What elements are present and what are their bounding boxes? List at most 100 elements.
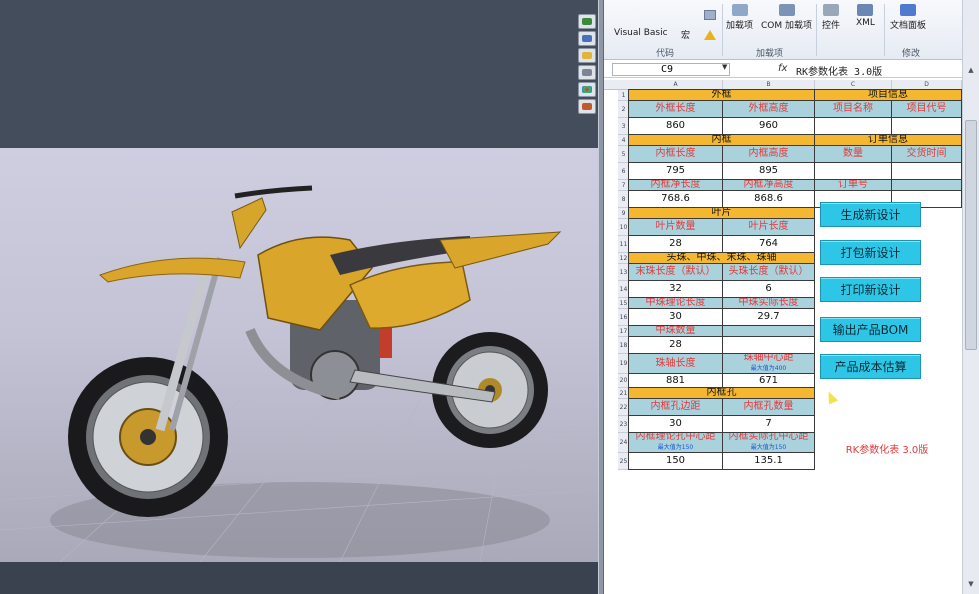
generate-design-button[interactable]: 生成新设计 (820, 202, 921, 227)
cell-text: 28 (669, 339, 682, 350)
cad-viewport[interactable] (0, 0, 598, 594)
cell-empty[interactable] (722, 336, 815, 354)
formula-input[interactable]: RK参数化表 3.0版 (796, 63, 882, 78)
cell-project-code-label[interactable]: 项目代号 (891, 100, 962, 118)
cell-text: 30 (669, 418, 682, 429)
cell-mid-bead-count[interactable]: 28 (628, 336, 723, 354)
name-box[interactable]: C9 (612, 63, 730, 76)
cell-text: 外框高度 (748, 103, 789, 114)
cell-text: 960 (758, 120, 779, 131)
controls-button[interactable]: 控件 (822, 4, 840, 31)
open-folder-button[interactable] (578, 48, 596, 63)
worksheet[interactable]: 1 2 3 4 5 6 7 8 9 10 11 12 13 14 15 16 17 18 19 20 21 22 23 24 2… (604, 89, 979, 594)
cell-outer-length[interactable]: 860 (628, 117, 723, 135)
cell-hole-actual-center[interactable]: 135.1 (722, 452, 815, 470)
cell-blade-count-label[interactable]: 叶片数量 (628, 218, 723, 236)
ribbon-separator (816, 4, 817, 56)
print-design-button[interactable]: 打印新设计 (820, 277, 921, 302)
cell-blade-length[interactable]: 764 (722, 235, 815, 253)
cell-hole-count[interactable]: 7 (722, 415, 815, 433)
cell-hole-theory-center[interactable]: 150 (628, 452, 723, 470)
cell-blade-length-label[interactable]: 叶片长度 (722, 218, 815, 236)
vertical-scrollbar[interactable]: ▲ ▼ (962, 0, 979, 594)
list-icon (582, 69, 592, 76)
macro-security-icon[interactable] (704, 30, 716, 40)
scroll-down-icon[interactable]: ▼ (965, 580, 977, 592)
com-addins-button[interactable]: COM 加载项 (761, 4, 812, 31)
name-box-dropdown-icon[interactable]: ▼ (722, 63, 727, 71)
cell-text: 内框孔边距 (650, 401, 701, 412)
cell-mid-bead-theory[interactable]: 30 (628, 308, 723, 326)
cell-inner-height[interactable]: 895 (722, 162, 815, 180)
cell-hole-theory-center-label[interactable]: 内框理论孔中心距 最大值为150 (628, 432, 723, 453)
macro-button[interactable]: 宏 (681, 28, 690, 41)
appearance-button[interactable] (578, 82, 596, 97)
cell-hole-edge[interactable]: 30 (628, 415, 723, 433)
cell-inner-length-label[interactable]: 内框长度 (628, 145, 723, 163)
cell-text: 项目代号 (906, 103, 947, 114)
cell-grid[interactable]: 外框 项目信息 外框长度 外框高度 项目名称 项目代号 860 960 内框 订单信息 内框长度 内框… (628, 89, 962, 470)
doc-panel-icon (900, 4, 916, 16)
cell-axle-center-label[interactable]: 珠轴中心距 最大值为400 (722, 353, 815, 374)
cell-hole-edge-label[interactable]: 内框孔边距 (628, 398, 723, 416)
ribbon-separator (884, 4, 885, 56)
cell-outer-height[interactable]: 960 (722, 117, 815, 135)
scroll-up-icon[interactable]: ▲ (965, 66, 977, 78)
cell-mid-bead-actual[interactable]: 29.7 (722, 308, 815, 326)
motorcycle-3d-model[interactable] (0, 148, 598, 562)
cell-empty[interactable] (814, 117, 892, 135)
cell-quantity-label[interactable]: 数量 (814, 145, 892, 163)
file-list-button[interactable] (578, 65, 596, 80)
cell-text: 30 (669, 311, 682, 322)
cell-project-name-label[interactable]: 项目名称 (814, 100, 892, 118)
cell-text: 881 (665, 374, 686, 386)
cell-end-bead-len-label[interactable]: 末珠长度（默认） (628, 263, 723, 281)
pack-design-button[interactable]: 打包新设计 (820, 240, 921, 265)
cell-inner-net-height[interactable]: 868.6 (722, 190, 815, 208)
cell-text: 868.6 (754, 193, 783, 204)
group-modify-label: 修改 (902, 49, 921, 59)
record-macro-icon[interactable] (704, 10, 716, 20)
cell-axle-length[interactable]: 881 (628, 373, 723, 388)
cell-empty[interactable] (814, 162, 892, 180)
cell-head-bead-len-label[interactable]: 头珠长度（默认） (722, 263, 815, 281)
model-tree-button[interactable] (578, 14, 596, 29)
cell-inner-net-length[interactable]: 768.6 (628, 190, 723, 208)
cell-inner-height-label[interactable]: 内框高度 (722, 145, 815, 163)
controls-icon (823, 4, 839, 16)
cell-outer-length-label[interactable]: 外框长度 (628, 100, 723, 118)
visual-basic-button[interactable]: Visual Basic (614, 28, 668, 38)
custom-properties-button[interactable] (578, 99, 596, 114)
cell-text: 内框理论孔中心距 (635, 432, 716, 442)
cell-text: 671 (758, 374, 779, 386)
cell-head-bead-len[interactable]: 6 (722, 280, 815, 298)
cell-outer-height-label[interactable]: 外框高度 (722, 100, 815, 118)
cell-end-bead-len[interactable]: 32 (628, 280, 723, 298)
xml-button[interactable]: XML (856, 4, 875, 28)
properties-button[interactable] (578, 31, 596, 46)
excel-window: Visual Basic 宏 加载项 COM 加载项 控件 XML 文档面板 代… (604, 0, 979, 594)
cell-axle-center[interactable]: 671 (722, 373, 815, 388)
doc-panel-button[interactable]: 文档面板 (890, 4, 926, 31)
cell-delivery-label[interactable]: 交货时间 (891, 145, 962, 163)
cell-text: 内框孔数量 (743, 401, 794, 412)
cell-inner-length[interactable]: 795 (628, 162, 723, 180)
cell-hole-actual-center-label[interactable]: 内框实际孔中心距 最大值为150 (722, 432, 815, 453)
sheet-footer-title: RK参数化表 3.0版 (845, 445, 929, 456)
front-fender (99, 257, 246, 283)
scroll-thumb[interactable] (965, 120, 977, 350)
cell-hole-count-label[interactable]: 内框孔数量 (722, 398, 815, 416)
ribbon-separator (722, 4, 723, 56)
cell-text: 中珠数量 (655, 325, 696, 336)
cell-empty[interactable] (891, 117, 962, 135)
export-bom-button[interactable]: 输出产品BOM (820, 317, 921, 342)
custom-icon (582, 103, 592, 110)
insert-function-icon[interactable]: fx (778, 63, 787, 74)
cell-text: 头珠、中珠、末珠、珠轴 (666, 252, 777, 263)
properties-icon (582, 35, 592, 42)
cell-blade-count[interactable]: 28 (628, 235, 723, 253)
addins-button[interactable]: 加载项 (726, 4, 753, 31)
cell-empty[interactable] (891, 162, 962, 180)
cell-axle-length-label[interactable]: 珠轴长度 (628, 353, 723, 374)
cost-estimate-button[interactable]: 产品成本估算 (820, 354, 921, 379)
